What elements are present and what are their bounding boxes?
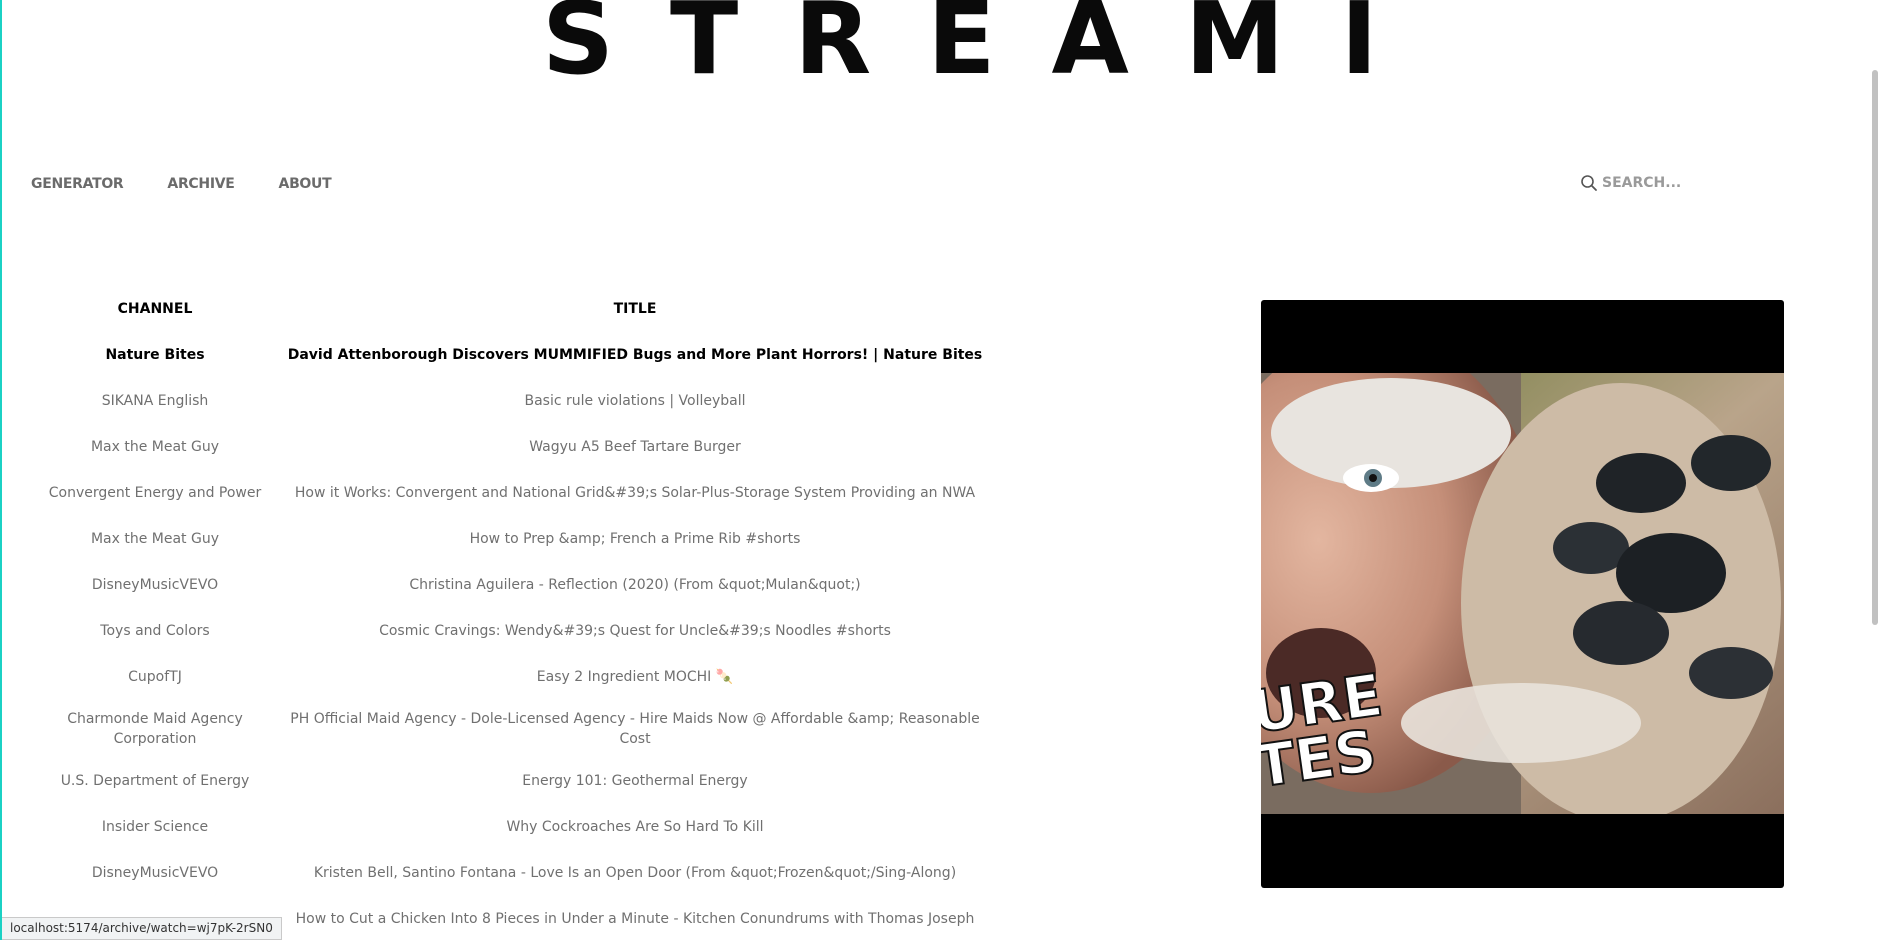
table-row[interactable]: Max the Meat Guy How to Prep &amp; Frenc… — [32, 516, 992, 562]
channel-cell: DisneyMusicVEVO — [91, 865, 219, 881]
table-row[interactable]: U.S. Department of Energy Energy 101: Ge… — [32, 758, 992, 804]
title-cell: Energy 101: Geothermal Energy — [522, 773, 748, 789]
table-row[interactable]: SIKANA English Basic rule violations | V… — [32, 378, 992, 424]
title-cell: Easy 2 Ingredient MOCHI 🍡 — [536, 669, 734, 685]
table-header-row: CHANNEL TITLE — [32, 286, 992, 332]
channel-cell: Max the Meat Guy — [90, 531, 220, 547]
site-logo[interactable]: STREAMI — [542, 0, 1378, 89]
main-nav: GENERATOR ARCHIVE ABOUT — [31, 176, 332, 192]
channel-cell: DisneyMusicVEVO — [91, 577, 219, 593]
title-cell: PH Official Maid Agency - Dole-Licensed … — [290, 711, 980, 747]
nav-generator-link[interactable]: GENERATOR — [31, 176, 124, 192]
table-row[interactable]: DisneyMusicVEVO Christina Aguilera - Ref… — [32, 562, 992, 608]
title-cell: Christina Aguilera - Reflection (2020) (… — [409, 577, 861, 593]
title-cell: How it Works: Convergent and National Gr… — [294, 485, 976, 501]
column-header-title: TITLE — [613, 301, 657, 317]
search-icon — [1581, 175, 1597, 191]
channel-cell: SIKANA English — [101, 393, 209, 409]
video-player[interactable]: URE TES — [1261, 300, 1784, 888]
title-cell: David Attenborough Discovers MUMMIFIED B… — [287, 347, 983, 363]
status-bar-url: localhost:5174/archive/watch=wj7pK-2rSN0 — [2, 917, 282, 940]
table-row[interactable]: Convergent Energy and Power How it Works… — [32, 470, 992, 516]
table-row[interactable]: Toys and Colors Cosmic Cravings: Wendy&#… — [32, 608, 992, 654]
title-cell: Basic rule violations | Volleyball — [524, 393, 746, 409]
archive-table: CHANNEL TITLE Nature Bites David Attenbo… — [32, 286, 992, 940]
table-row[interactable]: CupofTJ Easy 2 Ingredient MOCHI 🍡 — [32, 654, 992, 700]
title-cell: Cosmic Cravings: Wendy&#39;s Quest for U… — [379, 623, 891, 639]
title-cell: Why Cockroaches Are So Hard To Kill — [506, 819, 764, 835]
title-cell: How to Cut a Chicken Into 8 Pieces in Un… — [295, 911, 975, 927]
channel-cell: U.S. Department of Energy — [60, 773, 250, 789]
table-row[interactable]: Max the Meat Guy Wagyu A5 Beef Tartare B… — [32, 424, 992, 470]
title-cell: How to Prep &amp; French a Prime Rib #sh… — [469, 531, 801, 547]
search-input[interactable] — [1602, 175, 1742, 191]
channel-cell: Max the Meat Guy — [90, 439, 220, 455]
title-cell: Kristen Bell, Santino Fontana - Love Is … — [313, 865, 957, 881]
channel-cell: Nature Bites — [105, 347, 205, 363]
nav-about-link[interactable]: ABOUT — [279, 176, 332, 192]
table-row[interactable]: Charmonde Maid Agency Corporation PH Off… — [32, 700, 992, 758]
table-row[interactable]: Nature Bites David Attenborough Discover… — [32, 332, 992, 378]
channel-cell: CupofTJ — [128, 669, 182, 685]
channel-cell: Charmonde Maid Agency Corporation — [67, 711, 243, 747]
page: STREAMI GENERATOR ARCHIVE ABOUT CHANNEL … — [0, 0, 1880, 940]
thumbnail-image: URE TES — [1261, 373, 1784, 814]
title-cell: Wagyu A5 Beef Tartare Burger — [529, 439, 741, 455]
page-scrollbar[interactable] — [1872, 70, 1878, 625]
search-bar — [1580, 174, 1742, 192]
channel-cell: Toys and Colors — [100, 623, 210, 639]
column-header-channel: CHANNEL — [117, 301, 193, 317]
channel-cell: Convergent Energy and Power — [48, 485, 262, 501]
table-row[interactable]: Insider Science Why Cockroaches Are So H… — [32, 804, 992, 850]
channel-cell: Insider Science — [101, 819, 209, 835]
nav-archive-link[interactable]: ARCHIVE — [167, 176, 234, 192]
table-row[interactable]: DisneyMusicVEVO Kristen Bell, Santino Fo… — [32, 850, 992, 896]
video-thumbnail[interactable]: URE TES — [1261, 373, 1784, 814]
